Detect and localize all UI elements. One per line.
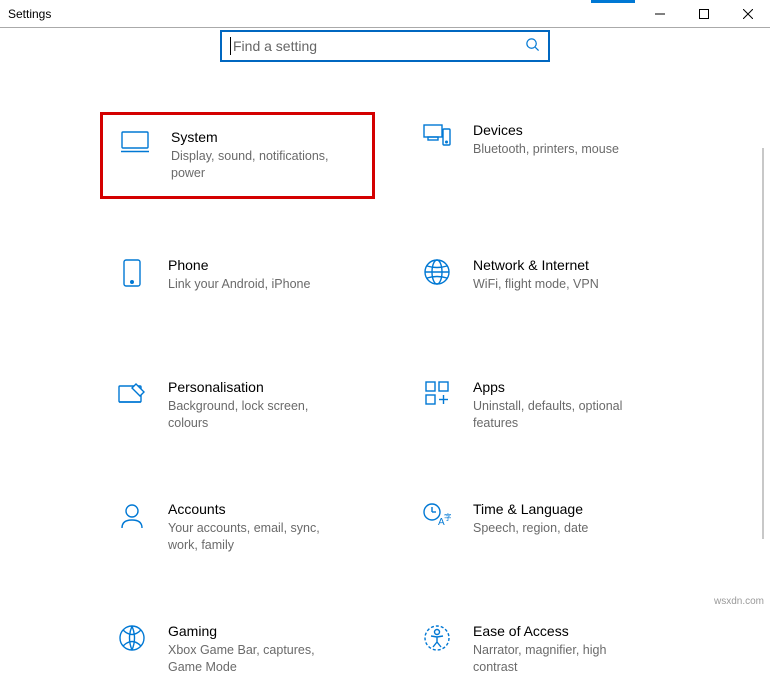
settings-item-system[interactable]: System Display, sound, notifications, po… [100, 112, 375, 199]
settings-item-gaming[interactable]: Gaming Xbox Game Bar, captures, Game Mod… [100, 613, 375, 687]
settings-item-time-language[interactable]: A字 Time & Language Speech, region, date [405, 491, 680, 565]
svg-text:字: 字 [444, 512, 451, 522]
item-title: Accounts [168, 501, 348, 517]
window-controls [638, 0, 770, 28]
personalisation-icon [114, 381, 150, 405]
phone-icon [114, 259, 150, 287]
settings-item-devices[interactable]: Devices Bluetooth, printers, mouse [405, 112, 680, 199]
system-icon [117, 131, 153, 153]
time-language-icon: A字 [419, 503, 455, 529]
minimize-button[interactable] [638, 0, 682, 28]
settings-item-apps[interactable]: Apps Uninstall, defaults, optional featu… [405, 369, 680, 443]
apps-icon [419, 381, 455, 405]
watermark: wsxdn.com [714, 596, 764, 607]
devices-icon [419, 124, 455, 148]
settings-item-phone[interactable]: Phone Link your Android, iPhone [100, 247, 375, 321]
scrollbar[interactable] [756, 28, 770, 599]
accounts-icon [114, 503, 150, 529]
window-title: Settings [8, 7, 51, 21]
item-desc: Narrator, magnifier, high contrast [473, 642, 653, 676]
item-title: Phone [168, 257, 310, 273]
search-icon [525, 37, 540, 55]
item-desc: Bluetooth, printers, mouse [473, 141, 619, 158]
item-title: Gaming [168, 623, 348, 639]
ease-of-access-icon [419, 625, 455, 651]
settings-grid: System Display, sound, notifications, po… [0, 112, 770, 687]
item-title: Network & Internet [473, 257, 599, 273]
search-input[interactable]: Find a setting [220, 30, 550, 62]
item-desc: Uninstall, defaults, optional features [473, 398, 653, 432]
item-title: System [171, 129, 351, 145]
item-title: Devices [473, 122, 619, 138]
settings-item-network[interactable]: Network & Internet WiFi, flight mode, VP… [405, 247, 680, 321]
settings-item-accounts[interactable]: Accounts Your accounts, email, sync, wor… [100, 491, 375, 565]
gaming-icon [114, 625, 150, 651]
settings-item-personalisation[interactable]: Personalisation Background, lock screen,… [100, 369, 375, 443]
item-desc: Display, sound, notifications, power [171, 148, 351, 182]
item-desc: Xbox Game Bar, captures, Game Mode [168, 642, 348, 676]
item-title: Time & Language [473, 501, 588, 517]
titlebar: Settings [0, 0, 770, 28]
item-desc: Speech, region, date [473, 520, 588, 537]
item-desc: WiFi, flight mode, VPN [473, 276, 599, 293]
maximize-button[interactable] [682, 0, 726, 28]
settings-item-ease-of-access[interactable]: Ease of Access Narrator, magnifier, high… [405, 613, 680, 687]
network-icon [419, 259, 455, 285]
item-desc: Background, lock screen, colours [168, 398, 348, 432]
text-caret [230, 37, 231, 55]
search-placeholder: Find a setting [233, 38, 317, 54]
item-desc: Your accounts, email, sync, work, family [168, 520, 348, 554]
item-title: Ease of Access [473, 623, 653, 639]
item-title: Personalisation [168, 379, 348, 395]
item-title: Apps [473, 379, 653, 395]
close-button[interactable] [726, 0, 770, 28]
item-desc: Link your Android, iPhone [168, 276, 310, 293]
